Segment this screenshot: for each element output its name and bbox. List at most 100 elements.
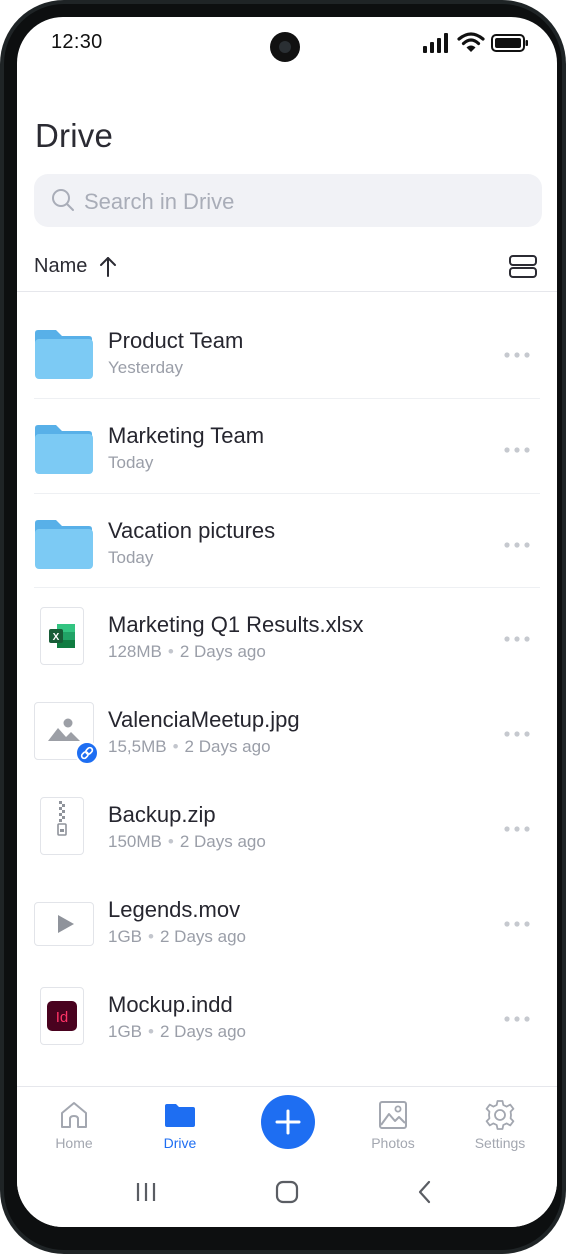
file-meta: 15,5MB • 2 Days ago — [108, 737, 271, 757]
file-name: Backup.zip — [108, 801, 216, 827]
file-name: Product Team — [108, 328, 244, 353]
meta-separator: • — [148, 1021, 154, 1041]
link-icon — [80, 747, 94, 760]
tab-drive-label: Drive — [163, 1135, 197, 1151]
back-icon[interactable] — [415, 1179, 435, 1205]
list-item[interactable]: Backup.zip 150MB • 2 Days ago — [17, 778, 557, 873]
shared-link-badge — [75, 741, 99, 766]
more-options-icon[interactable] — [504, 541, 530, 548]
front-camera — [270, 32, 300, 62]
file-size: 1GB — [108, 926, 143, 946]
bottom-tab-bar: Home Drive Photos Settings — [17, 1086, 557, 1159]
document-card — [40, 796, 84, 855]
more-options-icon[interactable] — [504, 352, 530, 358]
file-thumbnail — [34, 796, 96, 859]
tab-settings[interactable]: Settings — [450, 1087, 550, 1159]
search-icon — [52, 189, 74, 211]
recent-apps-icon[interactable] — [134, 1179, 158, 1205]
list-item[interactable]: Legends.mov 1GB • 2 Days ago — [17, 873, 557, 968]
file-thumbnail — [34, 892, 96, 954]
tab-drive[interactable]: Drive — [130, 1087, 230, 1159]
phone-bezel: 12:30 Drive Search in Drive Name Product… — [4, 4, 562, 1250]
meta-separator: • — [167, 831, 174, 851]
indesign-icon: Id — [47, 1000, 77, 1031]
tab-settings-label: Settings — [474, 1135, 526, 1151]
home-button-icon[interactable] — [274, 1179, 300, 1205]
status-bar: 12:30 — [17, 17, 557, 67]
file-date: 2 Days ago — [184, 737, 271, 757]
more-options-icon[interactable] — [504, 731, 530, 737]
file-thumbnail — [34, 702, 99, 766]
file-date: 2 Days ago — [159, 1021, 246, 1041]
tab-photos-label: Photos — [371, 1135, 415, 1151]
tab-home-label: Home — [55, 1135, 93, 1151]
tab-photos[interactable]: Photos — [343, 1087, 443, 1159]
signal-icon — [423, 33, 448, 53]
file-thumbnail: X — [34, 607, 96, 669]
file-date: Today — [108, 547, 154, 567]
wifi-icon — [457, 32, 485, 52]
excel-icon-letter: X — [53, 632, 60, 643]
file-meta: 128MB • 2 Days ago — [108, 642, 266, 662]
more-options-icon[interactable] — [504, 636, 530, 642]
file-meta: Today — [108, 548, 153, 568]
file-thumbnail: Id — [34, 986, 96, 1049]
file-date: Yesterday — [108, 358, 183, 377]
file-meta: 150MB • 2 Days ago — [108, 832, 266, 852]
search-input[interactable]: Search in Drive — [34, 174, 542, 227]
image-icon — [379, 1101, 407, 1129]
list-item[interactable]: ValenciaMeetup.jpg 15,5MB • 2 Days ago — [17, 683, 557, 778]
file-size: 128MB — [108, 642, 162, 662]
file-meta: Today — [108, 453, 153, 473]
search-placeholder: Search in Drive — [84, 189, 235, 214]
file-meta: 1GB • 2 Days ago — [108, 927, 246, 947]
indesign-icon-letters: Id — [56, 1009, 69, 1026]
meta-separator: • — [167, 642, 174, 662]
file-list: Product Team Yesterday Marketing Team To… — [17, 304, 557, 1062]
more-options-icon[interactable] — [504, 921, 530, 927]
sort-by-name-button[interactable]: Name — [34, 255, 87, 278]
file-name: ValenciaMeetup.jpg — [108, 707, 300, 733]
system-nav-bar — [17, 1158, 557, 1227]
file-date: Today — [108, 452, 154, 472]
document-card: X — [40, 607, 84, 666]
list-item[interactable]: Id Mockup.indd 1GB • 2 Days ago — [17, 968, 557, 1063]
list-item[interactable]: Marketing Team Today — [17, 399, 557, 494]
arrow-up-icon[interactable] — [97, 255, 119, 279]
play-icon — [58, 914, 74, 933]
tab-home[interactable]: Home — [24, 1087, 124, 1159]
list-item[interactable]: Vacation pictures Today — [17, 494, 557, 589]
battery-icon — [491, 34, 528, 52]
file-name: Marketing Team — [108, 422, 265, 448]
folder-icon — [35, 519, 93, 569]
file-name: Mockup.indd — [108, 991, 233, 1017]
zip-icon — [57, 800, 67, 836]
home-icon — [61, 1102, 87, 1128]
page-title: Drive — [35, 117, 114, 154]
file-meta: 1GB • 2 Days ago — [108, 1022, 246, 1042]
image-placeholder-icon — [48, 718, 80, 742]
more-options-icon[interactable] — [504, 447, 530, 453]
file-name: Legends.mov — [108, 896, 241, 922]
file-date: 2 Days ago — [159, 926, 246, 946]
folder-icon — [165, 1104, 195, 1127]
add-button[interactable] — [261, 1095, 315, 1149]
folder-icon — [35, 330, 93, 379]
phone-frame: 12:30 Drive Search in Drive Name Product… — [0, 0, 566, 1254]
view-toggle-icon[interactable] — [508, 253, 538, 281]
file-size: 150MB — [108, 831, 162, 851]
list-item[interactable]: Product Team Yesterday — [17, 304, 557, 399]
screen: 12:30 Drive Search in Drive Name Product… — [17, 17, 557, 1227]
sort-bar: Name — [17, 245, 557, 292]
document-card: Id — [40, 986, 84, 1045]
meta-separator: • — [172, 737, 179, 757]
file-date: 2 Days ago — [179, 642, 266, 662]
file-meta: Yesterday — [108, 358, 183, 378]
excel-icon: X — [49, 624, 75, 649]
meta-separator: • — [148, 926, 154, 946]
more-options-icon[interactable] — [504, 826, 530, 832]
file-size: 1GB — [108, 1021, 143, 1041]
file-name: Vacation pictures — [108, 517, 276, 543]
list-item[interactable]: X Marketing Q1 Results.xlsx 128MB • 2 Days… — [17, 588, 557, 683]
more-options-icon[interactable] — [504, 1015, 530, 1022]
